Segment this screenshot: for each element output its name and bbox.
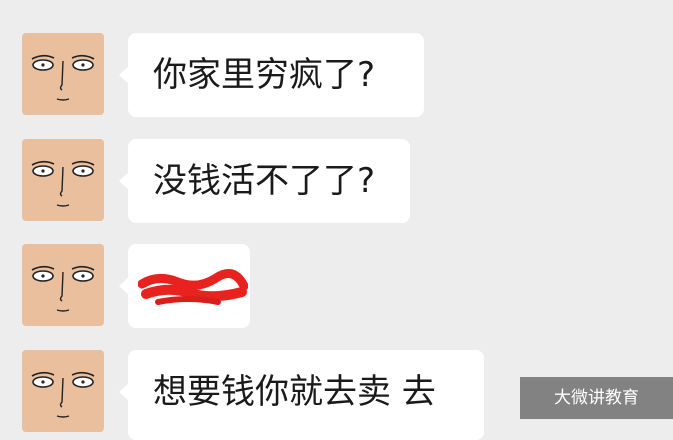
message-bubble[interactable]: 你家里穷疯了? [119,33,424,117]
bald-face-icon [22,350,104,432]
avatar[interactable] [22,33,104,115]
avatar[interactable] [22,350,104,432]
red-scribble-redaction [138,269,248,305]
watermark: 大微讲教育 [520,377,673,419]
bald-face-icon [22,139,104,221]
avatar[interactable] [22,139,104,221]
message-bubble-redacted[interactable] [119,244,250,328]
avatar[interactable] [22,244,104,326]
message-bubble[interactable]: 没钱活不了了? [119,139,410,223]
bald-face-icon [22,33,104,115]
message-bubble[interactable]: 想要钱你就去卖 去 [119,350,484,440]
bald-face-icon [22,244,104,326]
